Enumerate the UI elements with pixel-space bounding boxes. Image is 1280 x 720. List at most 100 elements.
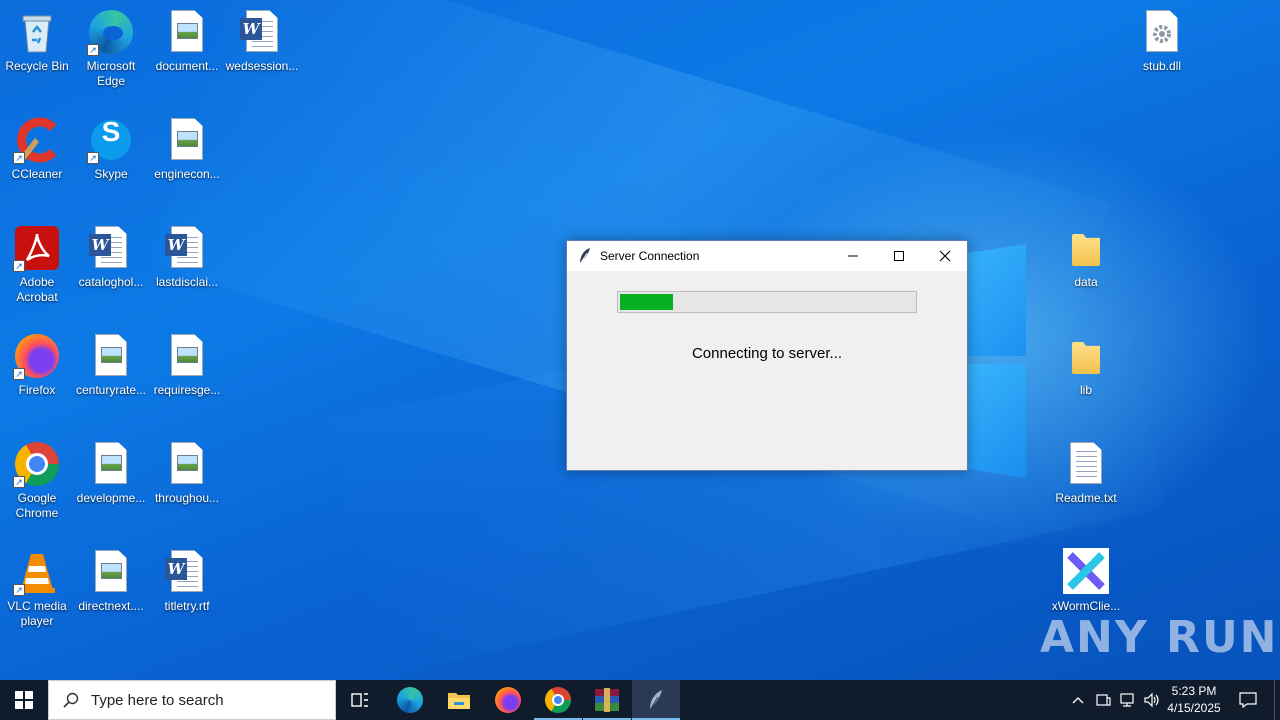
desktop-icon-lastdisclaimer[interactable]: W lastdisclai... xyxy=(149,224,225,290)
desktop-icon-throughout[interactable]: throughou... xyxy=(149,440,225,506)
anyrun-watermark: ANY RUN xyxy=(1040,612,1279,663)
chrome-icon xyxy=(545,687,571,713)
progress-bar-fill xyxy=(620,294,673,310)
server-connection-window: Server Connection Connecting to server..… xyxy=(566,240,968,471)
desktop-icon-skype[interactable]: S ↗ Skype xyxy=(73,116,149,182)
shortcut-arrow-icon: ↗ xyxy=(13,476,25,488)
ccleaner-icon: ↗ xyxy=(13,116,61,164)
taskbar-search-box[interactable]: Type here to search xyxy=(48,680,336,720)
maximize-icon xyxy=(894,251,904,261)
folder-icon xyxy=(1062,332,1110,380)
maximize-button[interactable] xyxy=(876,241,922,271)
desktop-icon-wedsession[interactable]: W wedsession... xyxy=(224,8,300,74)
taskbar-python-app[interactable] xyxy=(632,680,680,720)
desktop-icon-directnext[interactable]: directnext.... xyxy=(73,548,149,614)
desktop-icon-vlc[interactable]: ↗ VLC media player xyxy=(0,548,75,629)
taskbar-firefox[interactable] xyxy=(484,680,532,720)
skype-icon: S ↗ xyxy=(87,116,135,164)
edge-icon xyxy=(397,687,423,713)
desktop-icon-enginecon[interactable]: enginecon... xyxy=(149,116,225,182)
folder-icon xyxy=(1062,224,1110,272)
tray-device-button[interactable] xyxy=(1092,680,1114,720)
minimize-icon xyxy=(848,255,858,257)
desktop-icon-stub-dll[interactable]: stub.dll xyxy=(1124,8,1200,74)
word-document-icon: W xyxy=(238,8,286,56)
window-title: Server Connection xyxy=(600,249,700,263)
network-icon xyxy=(1120,693,1134,707)
python-feather-icon xyxy=(649,690,662,711)
windows-start-icon xyxy=(15,691,33,709)
shortcut-arrow-icon: ↗ xyxy=(13,584,25,596)
shortcut-arrow-icon: ↗ xyxy=(87,44,99,56)
task-view-button[interactable] xyxy=(336,680,384,720)
image-file-icon xyxy=(163,440,211,488)
desktop-icon-centuryrate[interactable]: centuryrate... xyxy=(73,332,149,398)
shortcut-arrow-icon: ↗ xyxy=(13,152,25,164)
taskbar-chrome[interactable] xyxy=(534,680,582,720)
clock-time: 5:23 PM xyxy=(1171,684,1217,698)
start-button[interactable] xyxy=(0,680,48,720)
desktop-icon-lib-folder[interactable]: lib xyxy=(1048,332,1124,398)
close-button[interactable] xyxy=(922,241,968,271)
device-icon xyxy=(1096,694,1111,706)
shortcut-arrow-icon: ↗ xyxy=(13,260,25,272)
image-file-icon xyxy=(163,116,211,164)
recycle-bin-icon xyxy=(13,8,61,56)
desktop-icon-data-folder[interactable]: data xyxy=(1048,224,1124,290)
window-titlebar[interactable]: Server Connection xyxy=(567,241,967,271)
vlc-icon: ↗ xyxy=(13,548,61,596)
desktop-icon-xworm[interactable]: xWormClie... xyxy=(1048,548,1124,614)
image-file-icon xyxy=(87,548,135,596)
notification-icon xyxy=(1239,692,1257,708)
firefox-icon: ↗ xyxy=(13,332,61,380)
desktop-icon-development[interactable]: developme... xyxy=(73,440,149,506)
taskbar-winrar[interactable] xyxy=(583,680,631,720)
tray-clock[interactable]: 5:23 PM 4/15/2025 xyxy=(1160,683,1228,717)
image-file-icon xyxy=(163,332,211,380)
tray-network-button[interactable] xyxy=(1115,680,1139,720)
desktop-icon-document[interactable]: document... xyxy=(149,8,225,74)
shortcut-arrow-icon: ↗ xyxy=(87,152,99,164)
chevron-up-icon xyxy=(1072,697,1084,704)
desktop-icon-ccleaner[interactable]: ↗ CCleaner xyxy=(0,116,75,182)
chrome-icon: ↗ xyxy=(13,440,61,488)
dll-file-icon xyxy=(1138,8,1186,56)
connection-status-text: Connecting to server... xyxy=(691,345,843,362)
desktop-icon-requiresge[interactable]: requiresge... xyxy=(149,332,225,398)
taskbar-edge[interactable] xyxy=(386,680,434,720)
connection-progress-bar xyxy=(617,291,917,313)
word-document-icon: W xyxy=(163,548,211,596)
search-icon xyxy=(63,692,79,708)
desktop-icon-adobe-acrobat[interactable]: ↗ Adobe Acrobat xyxy=(0,224,75,305)
shortcut-arrow-icon: ↗ xyxy=(13,368,25,380)
file-explorer-icon xyxy=(448,693,470,709)
taskbar-file-explorer[interactable] xyxy=(435,680,483,720)
windows-logo-pane xyxy=(968,244,1026,356)
windows-logo-pane xyxy=(968,364,1026,478)
xworm-icon xyxy=(1062,548,1110,596)
desktop-icon-google-chrome[interactable]: ↗ Google Chrome xyxy=(0,440,75,521)
firefox-icon xyxy=(495,687,521,713)
desktop-icon-titletry[interactable]: W titletry.rtf xyxy=(149,548,225,614)
search-placeholder: Type here to search xyxy=(91,691,224,709)
image-file-icon xyxy=(163,8,211,56)
desktop-icon-readme[interactable]: Readme.txt xyxy=(1048,440,1124,506)
edge-icon: ↗ xyxy=(87,8,135,56)
desktop-icon-recycle-bin[interactable]: Recycle Bin xyxy=(0,8,75,74)
show-hidden-icons-button[interactable] xyxy=(1066,680,1090,720)
desktop-icon-firefox[interactable]: ↗ Firefox xyxy=(0,332,75,398)
show-desktop-button[interactable] xyxy=(1274,680,1280,720)
feather-icon xyxy=(578,247,592,265)
acrobat-icon: ↗ xyxy=(13,224,61,272)
minimize-button[interactable] xyxy=(830,241,876,271)
text-file-icon xyxy=(1062,440,1110,488)
desktop-icon-microsoft-edge[interactable]: ↗ Microsoft Edge xyxy=(73,8,149,89)
desktop: Recycle Bin ↗ CCleaner ↗ Adobe Acrobat ↗… xyxy=(0,0,1280,680)
desktop-icon-catalog-doc[interactable]: W cataloghol... xyxy=(73,224,149,290)
word-document-icon: W xyxy=(87,224,135,272)
image-file-icon xyxy=(87,332,135,380)
action-center-button[interactable] xyxy=(1232,680,1264,720)
volume-icon xyxy=(1144,692,1159,708)
close-icon xyxy=(939,250,951,262)
image-file-icon xyxy=(87,440,135,488)
